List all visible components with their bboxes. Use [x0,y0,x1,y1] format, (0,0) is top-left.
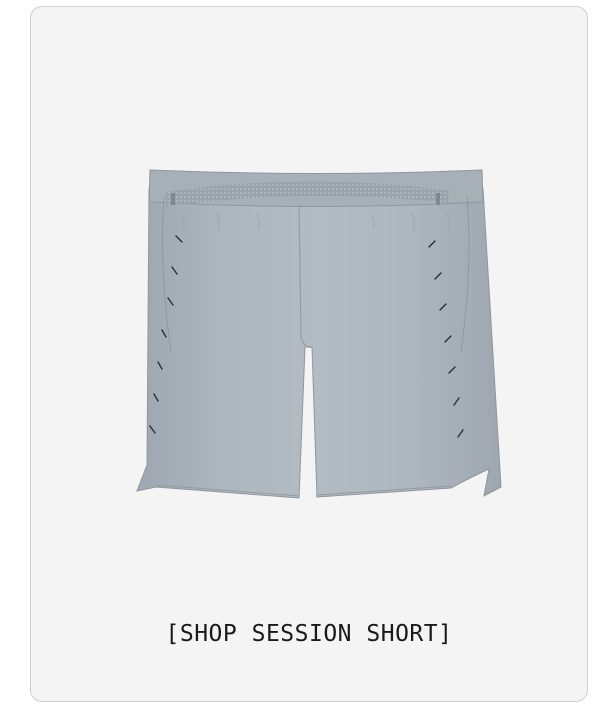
shop-product-link[interactable]: [SHOP SESSION SHORT] [31,621,587,647]
product-card[interactable]: [SHOP SESSION SHORT] [30,6,588,702]
product-image[interactable] [31,7,588,607]
